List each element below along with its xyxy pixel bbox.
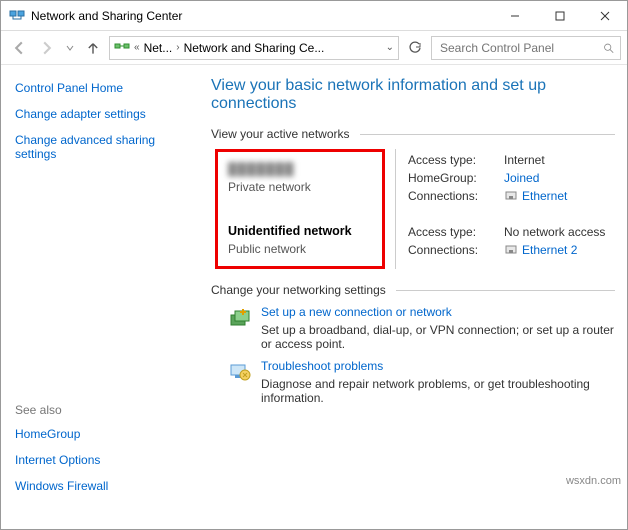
content: Control Panel Home Change adapter settin… bbox=[1, 65, 627, 529]
setup-connection-desc: Set up a broadband, dial-up, or VPN conn… bbox=[261, 323, 615, 351]
up-button[interactable] bbox=[81, 36, 105, 60]
breadcrumb-network[interactable]: Net... bbox=[144, 41, 173, 55]
network-center-icon bbox=[9, 8, 25, 24]
chevron-down-icon[interactable]: ⌄ bbox=[386, 42, 394, 53]
network-unidentified[interactable]: Unidentified network Public network bbox=[228, 224, 372, 256]
back-button[interactable] bbox=[7, 36, 31, 60]
active-networks-heading: View your active networks bbox=[211, 127, 615, 141]
refresh-button[interactable] bbox=[403, 36, 427, 60]
network-details: Access type: Internet HomeGroup: Joined … bbox=[395, 149, 615, 269]
ethernet-icon bbox=[504, 189, 518, 203]
network2-details: Access type: No network access Connectio… bbox=[408, 225, 615, 257]
network-name-unidentified: Unidentified network bbox=[228, 224, 372, 238]
sidebar: Control Panel Home Change adapter settin… bbox=[1, 65, 211, 529]
control-panel-home-link[interactable]: Control Panel Home bbox=[15, 81, 197, 95]
setup-connection-icon bbox=[229, 307, 251, 329]
access-type-label: Access type: bbox=[408, 225, 498, 239]
recent-dropdown[interactable] bbox=[63, 36, 77, 60]
window-title: Network and Sharing Center bbox=[31, 9, 492, 23]
search-input[interactable] bbox=[438, 40, 597, 56]
titlebar: Network and Sharing Center bbox=[1, 1, 627, 31]
search-icon bbox=[603, 41, 614, 55]
change-advanced-sharing-link[interactable]: Change advanced sharing settings bbox=[15, 133, 185, 161]
troubleshoot-row: Troubleshoot problems Diagnose and repai… bbox=[229, 359, 615, 405]
connections-label: Connections: bbox=[408, 189, 498, 203]
close-button[interactable] bbox=[582, 1, 627, 30]
connections-label: Connections: bbox=[408, 243, 498, 257]
see-also-label: See also bbox=[15, 403, 197, 417]
active-networks-row: ███████ Private network Unidentified net… bbox=[211, 149, 615, 269]
setup-connection-row: Set up a new connection or network Set u… bbox=[229, 305, 615, 351]
network-private[interactable]: ███████ Private network bbox=[228, 162, 372, 194]
chevron-icon: « bbox=[134, 42, 140, 53]
ethernet-icon bbox=[504, 243, 518, 257]
change-adapter-link[interactable]: Change adapter settings bbox=[15, 107, 197, 121]
page-title: View your basic network information and … bbox=[211, 77, 615, 113]
ethernet2-link[interactable]: Ethernet 2 bbox=[504, 243, 615, 257]
ethernet-link[interactable]: Ethernet bbox=[504, 189, 615, 203]
chevron-icon: › bbox=[176, 42, 179, 53]
homegroup-label: HomeGroup: bbox=[408, 171, 498, 185]
toolbar: « Net... › Network and Sharing Ce... ⌄ bbox=[1, 31, 627, 65]
troubleshoot-desc: Diagnose and repair network problems, or… bbox=[261, 377, 615, 405]
network-icon bbox=[114, 40, 130, 56]
troubleshoot-link[interactable]: Troubleshoot problems bbox=[261, 359, 615, 373]
troubleshoot-icon bbox=[229, 361, 251, 383]
breadcrumb[interactable]: « Net... › Network and Sharing Ce... ⌄ bbox=[109, 36, 399, 60]
homegroup-value-link[interactable]: Joined bbox=[504, 171, 615, 185]
main-panel: View your basic network information and … bbox=[211, 65, 627, 529]
maximize-button[interactable] bbox=[537, 1, 582, 30]
networking-settings: Change your networking settings Set up a… bbox=[211, 283, 615, 405]
setup-connection-link[interactable]: Set up a new connection or network bbox=[261, 305, 615, 319]
network-type-private: Private network bbox=[228, 180, 372, 194]
search-box[interactable] bbox=[431, 36, 621, 60]
windows-firewall-link[interactable]: Windows Firewall bbox=[15, 479, 197, 493]
homegroup-link[interactable]: HomeGroup bbox=[15, 427, 197, 441]
network-name-hidden: ███████ bbox=[228, 162, 372, 176]
access-type-label: Access type: bbox=[408, 153, 498, 167]
change-settings-heading: Change your networking settings bbox=[211, 283, 615, 297]
network1-details: Access type: Internet HomeGroup: Joined … bbox=[408, 153, 615, 203]
window-controls bbox=[492, 1, 627, 30]
network-type-public: Public network bbox=[228, 242, 372, 256]
forward-button[interactable] bbox=[35, 36, 59, 60]
access-type-value: Internet bbox=[504, 153, 615, 167]
minimize-button[interactable] bbox=[492, 1, 537, 30]
active-networks-highlight: ███████ Private network Unidentified net… bbox=[215, 149, 385, 269]
breadcrumb-sharing-center[interactable]: Network and Sharing Ce... bbox=[184, 41, 325, 55]
internet-options-link[interactable]: Internet Options bbox=[15, 453, 197, 467]
access-type-value: No network access bbox=[504, 225, 615, 239]
